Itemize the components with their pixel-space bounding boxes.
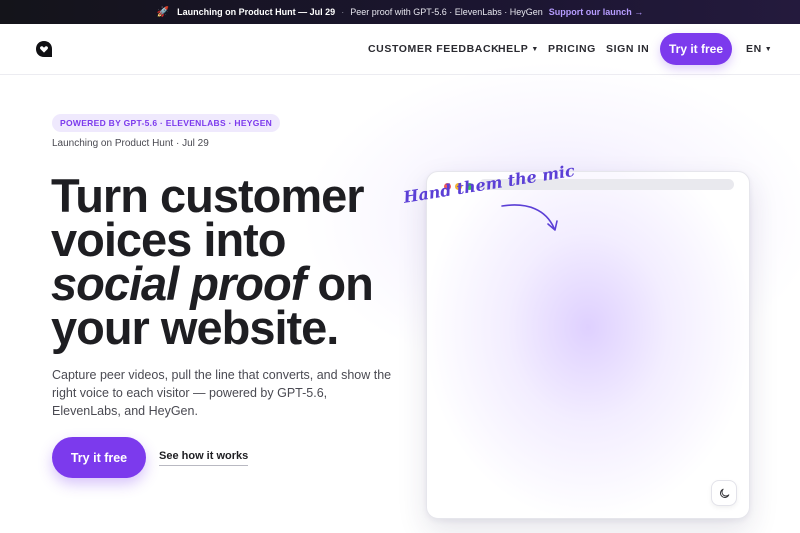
announcement-proof: Peer proof with GPT-5.6 · ElevenLabs · H…: [350, 7, 543, 17]
moon-icon: [719, 488, 729, 498]
nav-pricing[interactable]: PRICING: [548, 43, 596, 55]
headline-line-1: Turn customer: [51, 169, 365, 222]
hero-try-free-button[interactable]: Try it free: [52, 437, 146, 478]
headline-line-2: voices into: [51, 213, 287, 266]
support-launch-link[interactable]: Support our launch →: [549, 7, 644, 17]
language-label: EN: [746, 43, 762, 55]
curved-arrow-icon: [501, 204, 558, 231]
announcement-launch: Launching on Product Hunt — Jul 29: [177, 7, 336, 17]
hero-headline: Turn customer voices into social proof o…: [51, 169, 411, 354]
nav-help[interactable]: HELP ▼: [498, 43, 539, 55]
headline-line-3: social proof on: [51, 260, 411, 307]
powered-by-badge: POWERED BY GPT-5.6 · ELEVENLABS · HEYGEN: [52, 114, 281, 132]
announcement-separator: ·: [341, 7, 345, 17]
headline-line-4: your website.: [51, 301, 339, 354]
rocket-icon: 🚀: [156, 6, 170, 18]
nav-help-label: HELP: [498, 43, 529, 55]
theme-toggle-button[interactable]: [711, 480, 737, 506]
chevron-down-icon: ▼: [531, 46, 539, 53]
logo-icon[interactable]: [35, 40, 53, 58]
announcement-bar: 🚀 Launching on Product Hunt — Jul 29 · P…: [0, 0, 800, 24]
launch-note: Launching on Product Hunt · Jul 29: [52, 138, 209, 149]
nav-customer-feedback[interactable]: CUSTOMER FEEDBACK: [368, 43, 499, 55]
hero-description: Capture peer videos, pull the line that …: [52, 368, 392, 418]
language-selector[interactable]: EN ▼: [746, 43, 772, 55]
chevron-down-icon: ▼: [764, 46, 773, 53]
see-how-it-works-link[interactable]: See how it works: [159, 450, 249, 466]
nav-sign-in[interactable]: SIGN IN: [606, 43, 649, 55]
